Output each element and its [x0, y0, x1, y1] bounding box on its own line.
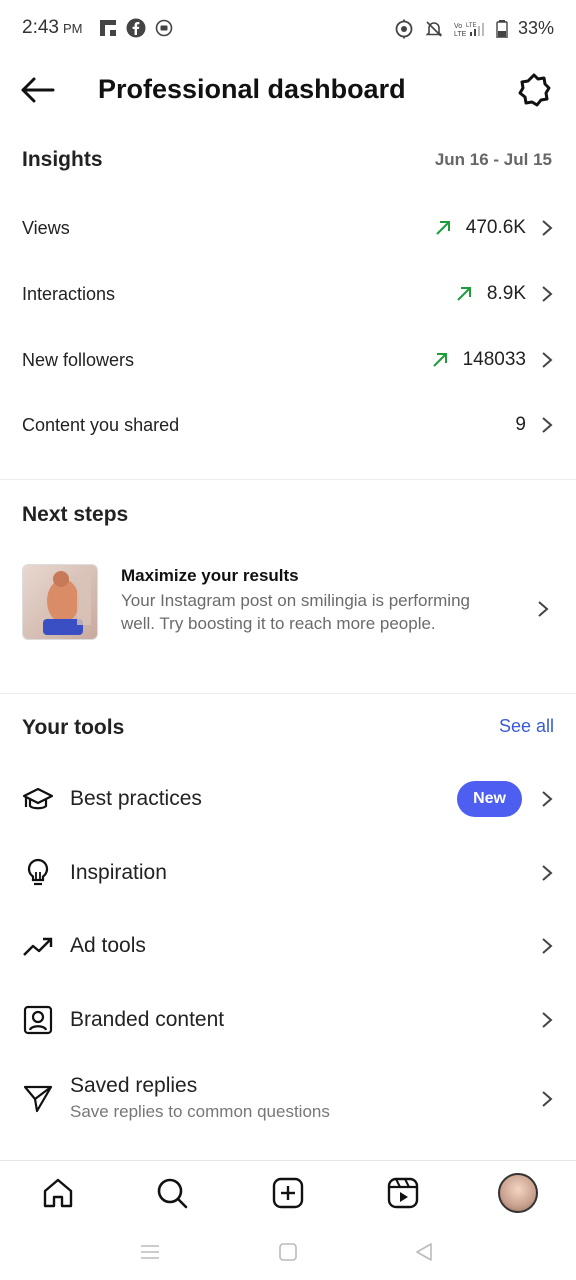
volte-lte-icon: Vo LTE LTE: [454, 19, 486, 39]
metric-value: 8.9K: [486, 283, 526, 304]
tool-label: Saved replies: [70, 1074, 198, 1097]
metric-label: New followers: [22, 349, 135, 370]
tool-row-ad-tools[interactable]: Ad tools: [22, 923, 554, 969]
nav-create[interactable]: [268, 1173, 308, 1213]
gear-icon: [518, 73, 551, 107]
post-thumbnail: [22, 564, 98, 640]
status-time-ampm: PM: [62, 21, 83, 36]
trend-up-icon: [457, 287, 471, 301]
insights-header: Insights Jun 16 - Jul 15: [22, 148, 554, 178]
insights-title: Insights: [22, 148, 103, 171]
status-time: 2:43 PM: [22, 17, 82, 39]
nav-reels[interactable]: [383, 1173, 423, 1213]
mute-icon: [424, 19, 444, 39]
svg-text:LTE: LTE: [466, 23, 477, 29]
metric-row-new-followers[interactable]: New followers 148033: [22, 340, 554, 380]
svg-text:LTE: LTE: [454, 31, 467, 38]
next-step-card[interactable]: Maximize your results Your Instagram pos…: [22, 562, 554, 662]
chevron-right-icon: [538, 601, 549, 617]
chevron-right-icon: [542, 1091, 553, 1107]
metric-value: 148033: [462, 349, 526, 370]
tools-header: Your tools See all: [22, 716, 554, 746]
tool-subtitle: Save replies to common questions: [70, 1102, 330, 1121]
status-right-icons: Vo LTE LTE 33%: [394, 18, 554, 39]
profile-avatar: [498, 1173, 538, 1213]
lightbulb-icon: [22, 857, 54, 889]
settings-button[interactable]: [516, 72, 552, 108]
reels-icon: [387, 1177, 419, 1209]
nav-profile[interactable]: [498, 1173, 538, 1213]
paper-plane-icon: [22, 1082, 54, 1114]
recents-icon[interactable]: [138, 1240, 162, 1264]
record-icon: [154, 18, 174, 38]
section-divider: [0, 693, 576, 694]
bottom-navigation: [0, 1160, 576, 1224]
battery-icon: [496, 19, 508, 39]
nav-home[interactable]: [38, 1173, 78, 1213]
status-bar: 2:43 PM Vo LTE LTE 33%: [0, 0, 576, 56]
trending-up-icon: [22, 930, 54, 962]
nav-search[interactable]: [152, 1173, 192, 1213]
metric-value: 470.6K: [465, 217, 526, 238]
chevron-right-icon: [542, 220, 553, 236]
date-range[interactable]: Jun 16 - Jul 15: [435, 150, 552, 170]
metric-row-views[interactable]: Views 470.6K: [22, 208, 554, 248]
card-title: Maximize your results: [121, 566, 299, 585]
tool-label: Inspiration: [70, 861, 167, 884]
chevron-right-icon: [542, 791, 553, 807]
chevron-right-icon: [542, 865, 553, 881]
chevron-right-icon: [542, 352, 553, 368]
tool-label: Best practices: [70, 787, 202, 810]
flipboard-icon: [98, 18, 118, 38]
metric-value: 9: [515, 414, 526, 435]
metric-label: Views: [22, 217, 70, 238]
next-steps-title: Next steps: [22, 503, 129, 526]
new-badge: New: [457, 781, 522, 817]
see-all-link[interactable]: See all: [499, 716, 554, 737]
search-icon: [157, 1178, 188, 1209]
chevron-right-icon: [542, 1012, 553, 1028]
system-navigation: [0, 1226, 576, 1280]
arrow-left-icon: [21, 77, 55, 103]
back-triangle-icon[interactable]: [412, 1240, 436, 1264]
card-description: Your Instagram post on smilingia is perf…: [121, 591, 470, 633]
chevron-right-icon: [542, 938, 553, 954]
svg-text:Vo: Vo: [454, 23, 462, 30]
top-app-bar: Professional dashboard: [0, 60, 576, 120]
metric-row-content-shared[interactable]: Content you shared 9: [22, 405, 554, 445]
chevron-right-icon: [542, 417, 553, 433]
tools-title: Your tools: [22, 716, 125, 739]
home-icon: [43, 1178, 73, 1208]
facebook-icon: [126, 18, 146, 38]
tool-row-best-practices[interactable]: Best practices New: [22, 776, 554, 822]
metric-label: Content you shared: [22, 414, 180, 435]
status-time-value: 2:43: [22, 17, 59, 38]
tool-label: Branded content: [70, 1008, 225, 1031]
trend-up-icon: [436, 221, 450, 235]
status-left-icons: [98, 18, 174, 38]
metric-row-interactions[interactable]: Interactions 8.9K: [22, 274, 554, 314]
section-divider: [0, 479, 576, 480]
battery-percent: 33%: [517, 18, 554, 38]
back-button[interactable]: [18, 74, 58, 106]
person-badge-icon: [22, 1004, 54, 1036]
metric-label: Interactions: [22, 283, 116, 304]
tool-label: Ad tools: [70, 934, 146, 957]
home-square-icon[interactable]: [276, 1240, 300, 1264]
tool-row-branded-content[interactable]: Branded content: [22, 997, 554, 1043]
page-title: Professional dashboard: [98, 74, 406, 104]
trend-up-icon: [432, 353, 447, 367]
location-icon: [394, 19, 414, 39]
create-icon: [272, 1177, 304, 1209]
graduation-cap-icon: [22, 783, 54, 815]
tool-row-inspiration[interactable]: Inspiration: [22, 850, 554, 896]
chevron-right-icon: [542, 286, 553, 302]
